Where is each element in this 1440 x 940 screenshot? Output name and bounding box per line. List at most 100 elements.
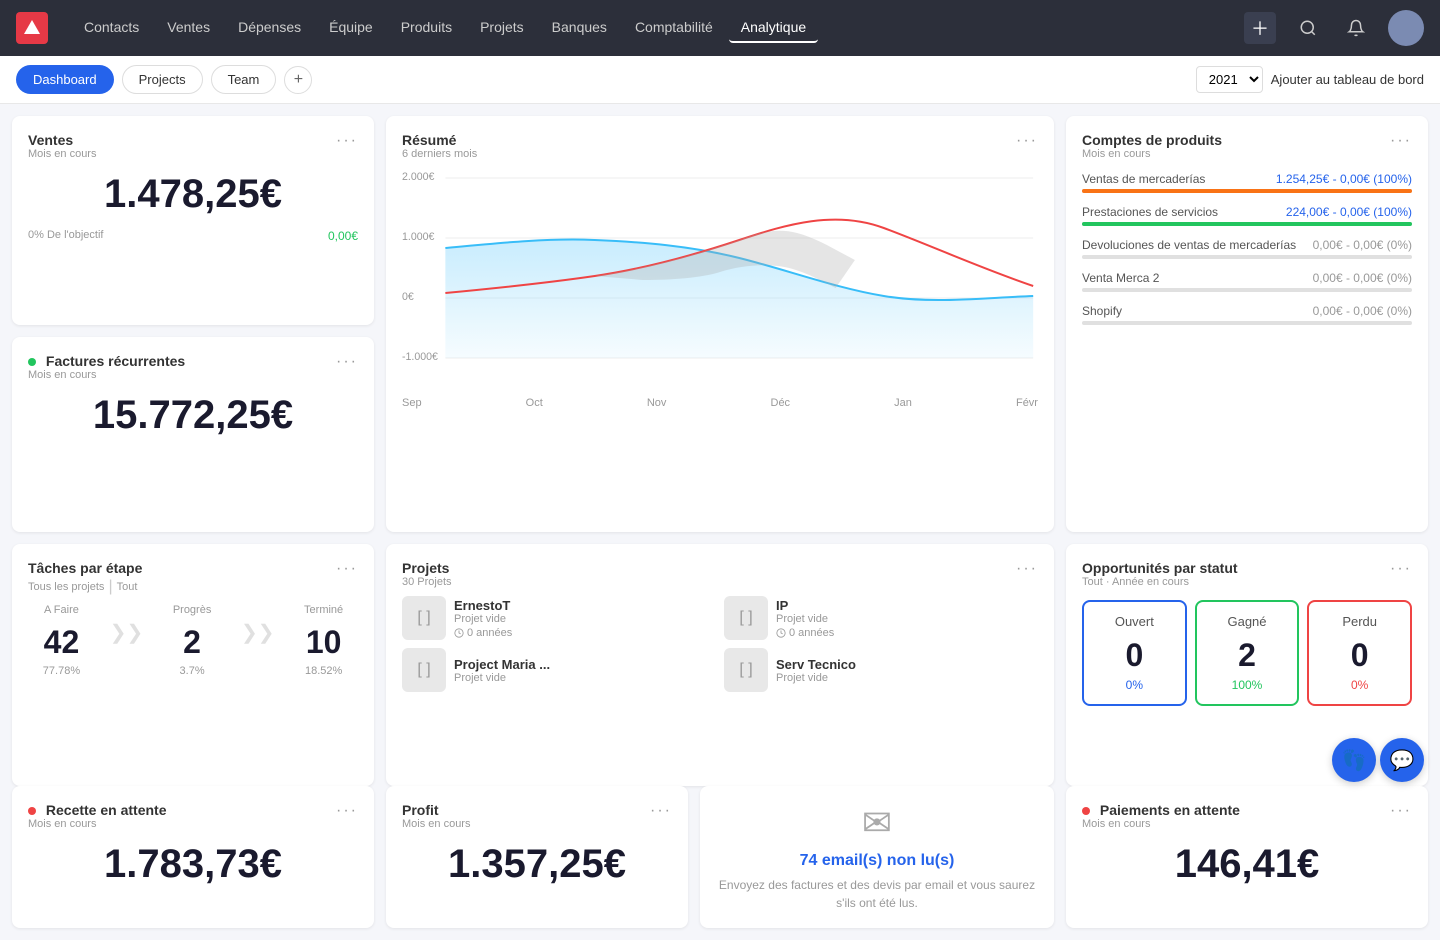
taches-col-progres: Progrès 2 3.7% [173, 604, 212, 677]
comptes-menu[interactable]: ··· [1390, 132, 1412, 150]
sub-navigation: Dashboard Projects Team + 2021 2020 2022… [0, 56, 1440, 104]
nav-depenses[interactable]: Dépenses [226, 13, 313, 43]
taches-num-0: 42 [43, 624, 80, 661]
profit-card: Profit Mois en cours ··· 1.357,25€ [386, 786, 688, 928]
paiements-menu[interactable]: ··· [1390, 802, 1412, 820]
resume-title: Résumé [402, 132, 477, 148]
search-button[interactable] [1292, 12, 1324, 44]
ventes-green-val: 0,00€ [328, 229, 358, 243]
opps-menu[interactable]: ··· [1390, 560, 1412, 578]
add-button[interactable]: ＋ [1244, 12, 1276, 44]
projet-item-2: [ ] Project Maria ... Projet vide [402, 648, 716, 692]
opp-label-0: Ouvert [1092, 614, 1177, 629]
projet-name-2: Project Maria ... [454, 657, 550, 672]
projets-header: Projets 30 Projets ··· [402, 560, 1038, 588]
paiements-amount: 146,41€ [1082, 842, 1412, 887]
svg-text:-1.000€: -1.000€ [402, 351, 438, 363]
user-avatar[interactable] [1388, 10, 1424, 46]
compte-bar-4 [1082, 288, 1412, 292]
year-select[interactable]: 2021 2020 2022 [1196, 66, 1263, 93]
nav-equipe[interactable]: Équipe [317, 13, 385, 43]
add-tab-button[interactable]: + [284, 66, 312, 94]
nav-contacts[interactable]: Contacts [72, 13, 151, 43]
nav-comptabilite[interactable]: Comptabilité [623, 13, 725, 43]
opps-columns: Ouvert 0 0% Gagné 2 100% Perdu 0 0% [1082, 600, 1412, 706]
opp-num-0: 0 [1092, 637, 1177, 674]
compte-name-4: Venta Merca 2 [1082, 271, 1159, 285]
opp-num-1: 2 [1205, 637, 1290, 674]
compte-bar-3 [1082, 255, 1412, 259]
profit-header: Profit Mois en cours ··· [402, 802, 672, 830]
compte-item-5: Shopify 0,00€ - 0,00€ (0%) [1082, 304, 1412, 325]
projet-desc-3: Projet vide [776, 672, 856, 684]
taches-columns: A Faire 42 77.78% ❯❯ Progrès 2 3.7% ❯❯ T… [28, 604, 358, 677]
tab-team[interactable]: Team [211, 65, 277, 94]
arrow-1: ❯❯ [110, 620, 144, 677]
taches-subtitle-right[interactable]: Tout [117, 581, 138, 593]
nav-projets[interactable]: Projets [468, 13, 536, 43]
projet-thumb-2: [ ] [402, 648, 446, 692]
compte-item-1: Ventas de mercaderías 1.254,25€ - 0,00€ … [1082, 172, 1412, 193]
notification-button[interactable] [1340, 12, 1372, 44]
recette-amount: 1.783,73€ [28, 842, 358, 887]
compte-name-2: Prestaciones de servicios [1082, 205, 1218, 219]
compte-fill-2 [1082, 222, 1412, 226]
comptes-subtitle: Mois en cours [1082, 148, 1222, 160]
tab-dashboard[interactable]: Dashboard [16, 65, 114, 94]
compte-fill-1 [1082, 189, 1412, 193]
tab-projects[interactable]: Projects [122, 65, 203, 94]
compte-val-1: 1.254,25€ - 0,00€ (100%) [1276, 172, 1412, 186]
projet-time-1: 0 années [776, 627, 834, 639]
main-grid: Ventes Mois en cours ··· 1.478,25€ 0% De… [0, 104, 1440, 798]
profit-menu[interactable]: ··· [650, 802, 672, 820]
email-card: ✉ 74 email(s) non lu(s) Envoyez des fact… [700, 786, 1054, 928]
taches-num-1: 2 [173, 624, 212, 661]
floating-buttons: 👣 💬 [1332, 738, 1424, 782]
recette-subtitle: Mois en cours [28, 818, 166, 830]
logo[interactable] [16, 12, 48, 44]
opp-label-1: Gagné [1205, 614, 1290, 629]
compte-val-2: 224,00€ - 0,00€ (100%) [1286, 205, 1412, 219]
opp-num-2: 0 [1317, 637, 1402, 674]
taches-pct-1: 3.7% [173, 665, 212, 677]
opp-pct-0: 0% [1092, 678, 1177, 692]
recette-title: Recette en attente [28, 802, 166, 818]
opp-label-2: Perdu [1317, 614, 1402, 629]
compte-bar-2 [1082, 222, 1412, 226]
factures-amount: 15.772,25€ [28, 393, 358, 438]
projets-menu[interactable]: ··· [1016, 560, 1038, 578]
taches-menu[interactable]: ··· [336, 560, 358, 578]
opp-pct-1: 100% [1205, 678, 1290, 692]
nav-analytique[interactable]: Analytique [729, 13, 818, 43]
compte-bar-1 [1082, 189, 1412, 193]
resume-card: Résumé 6 derniers mois ··· 2.000€ 1.000€… [386, 116, 1054, 532]
factures-subtitle: Mois en cours [28, 369, 185, 381]
opps-header: Opportunités par statut Tout · Année en … [1082, 560, 1412, 588]
float-btn-chat[interactable]: 💬 [1380, 738, 1424, 782]
float-btn-footprint[interactable]: 👣 [1332, 738, 1376, 782]
taches-col-afaire: A Faire 42 77.78% [43, 604, 80, 677]
resume-menu[interactable]: ··· [1016, 132, 1038, 150]
factures-card: Factures récurrentes Mois en cours ··· 1… [12, 337, 374, 532]
factures-header: Factures récurrentes Mois en cours ··· [28, 353, 358, 381]
compte-val-3: 0,00€ - 0,00€ (0%) [1313, 238, 1412, 252]
factures-menu[interactable]: ··· [336, 353, 358, 371]
ventes-menu[interactable]: ··· [336, 132, 358, 150]
projet-desc-0: Projet vide [454, 613, 512, 625]
chart-label-sep: Sep [402, 397, 422, 409]
nav-ventes[interactable]: Ventes [155, 13, 222, 43]
resume-subtitle: 6 derniers mois [402, 148, 477, 160]
projet-thumb-1: [ ] [724, 596, 768, 640]
recette-menu[interactable]: ··· [336, 802, 358, 820]
paiements-card: Paiements en attente Mois en cours ··· 1… [1066, 786, 1428, 928]
opp-box-perdu: Perdu 0 0% [1307, 600, 1412, 706]
taches-pct-0: 77.78% [43, 665, 80, 677]
ventes-title: Ventes [28, 132, 96, 148]
recette-dot [28, 807, 36, 815]
ventes-percent: 0% De l'objectif [28, 229, 103, 243]
nav-produits[interactable]: Produits [389, 13, 464, 43]
comptes-header: Comptes de produits Mois en cours ··· [1082, 132, 1412, 160]
nav-banques[interactable]: Banques [540, 13, 619, 43]
projet-thumb-0: [ ] [402, 596, 446, 640]
factures-title: Factures récurrentes [28, 353, 185, 369]
